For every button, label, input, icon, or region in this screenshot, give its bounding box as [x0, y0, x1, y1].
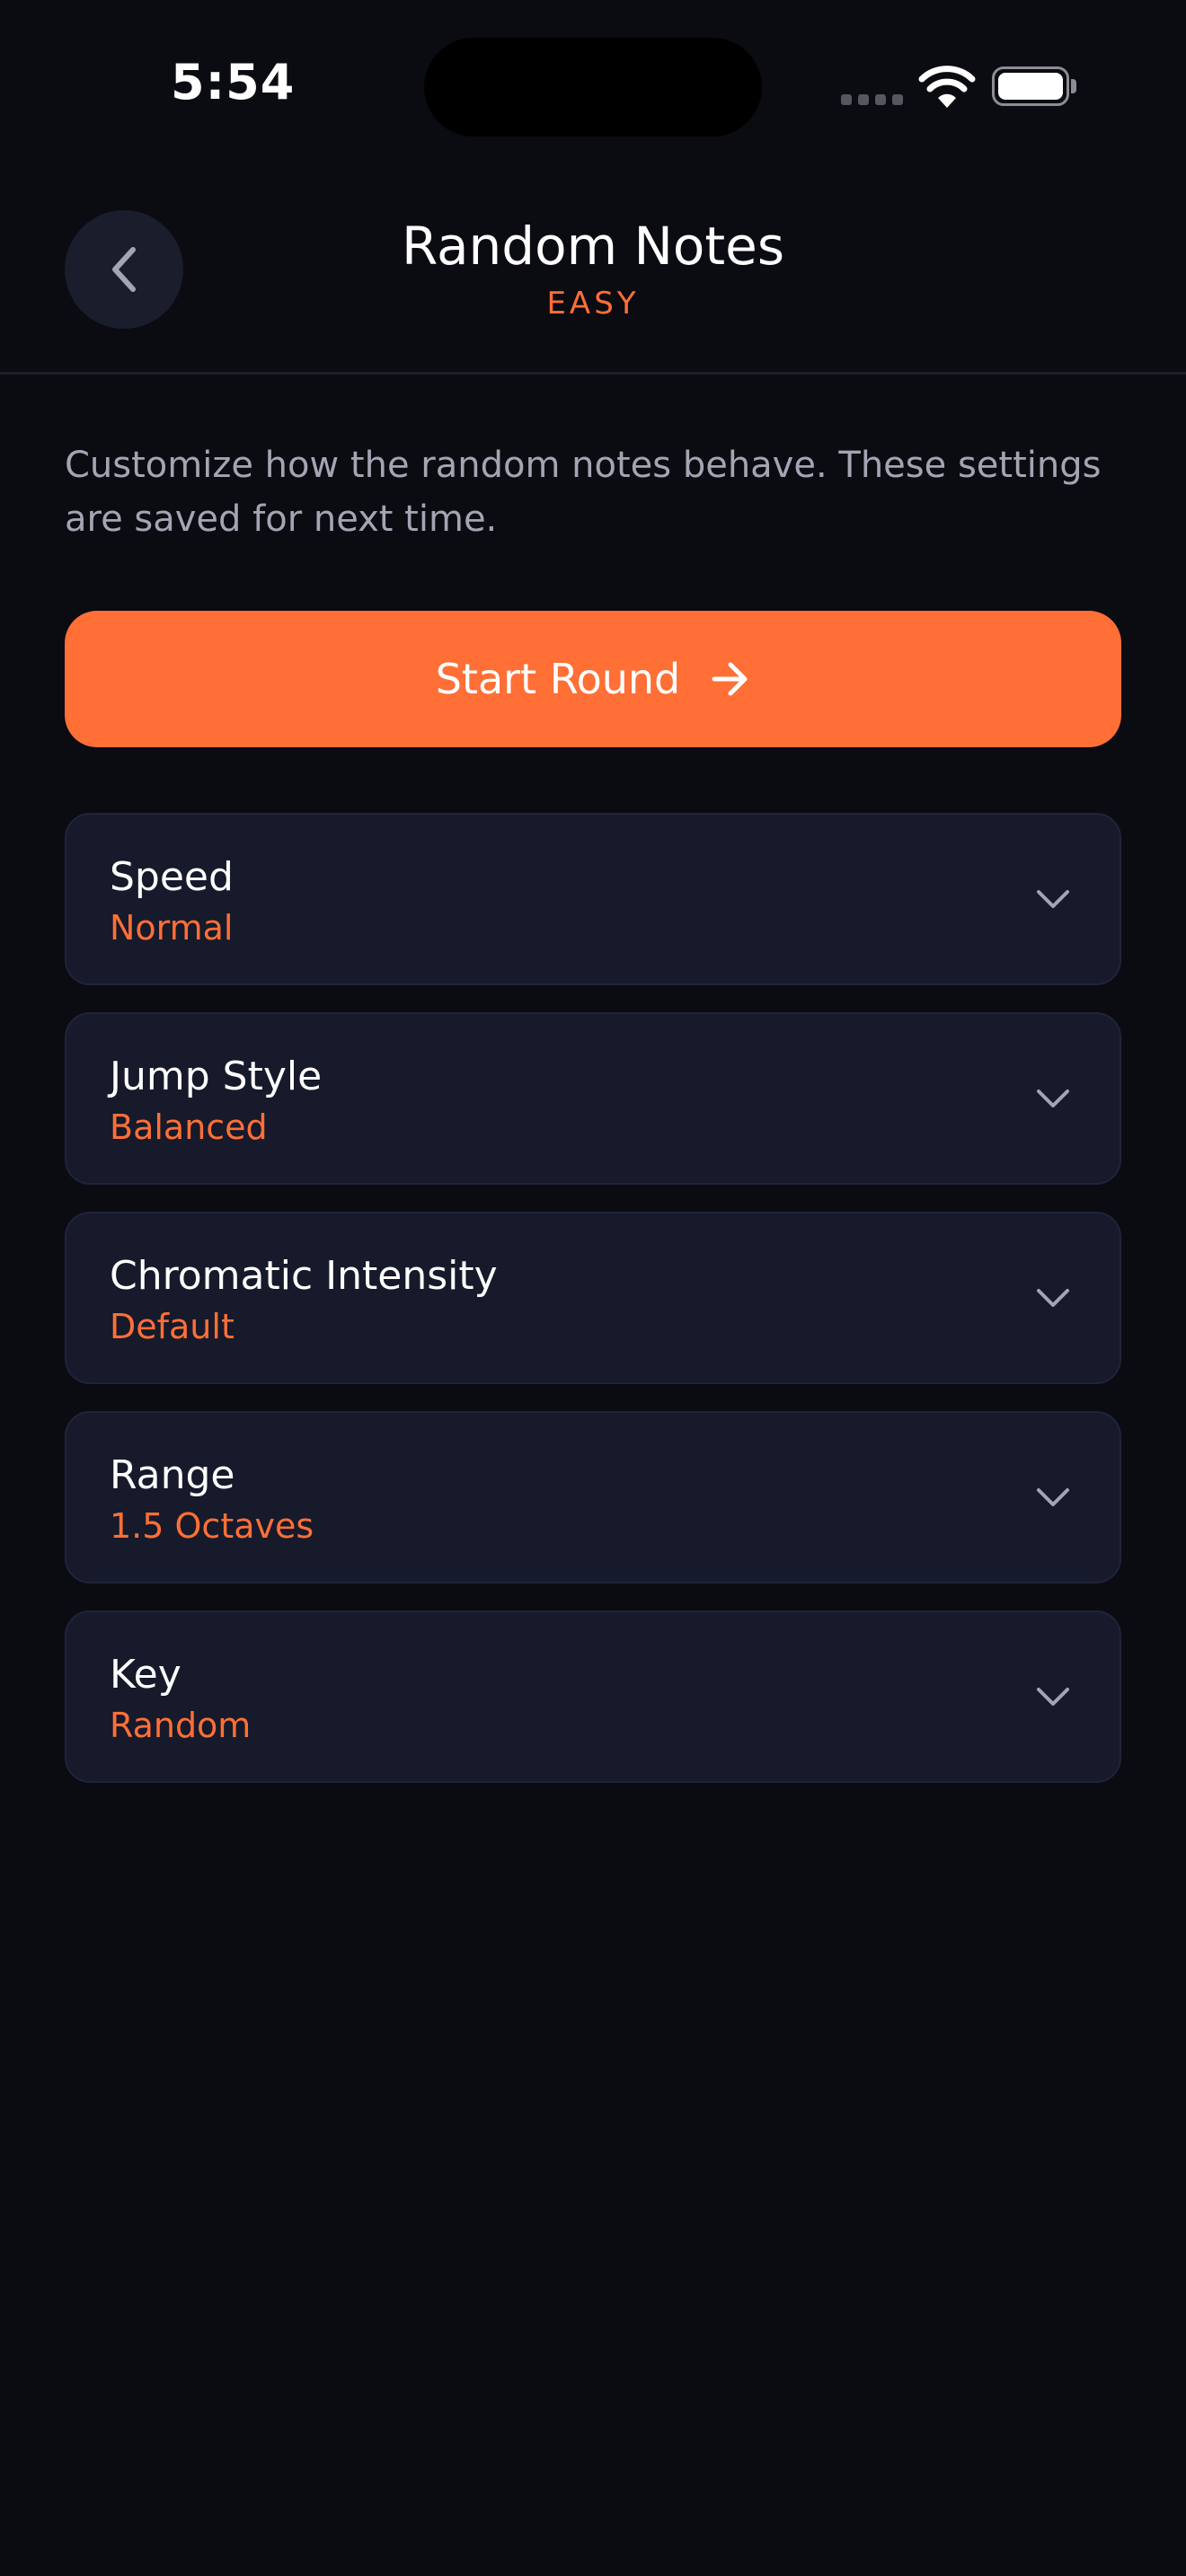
setting-value: Balanced [110, 1107, 268, 1147]
setting-value: Default [110, 1307, 235, 1346]
battery-cap [1071, 79, 1076, 93]
chevron-down-icon [1037, 890, 1069, 908]
setting-label: Range [110, 1452, 235, 1498]
settings-list: Speed Normal Jump Style Balanced Chromat… [65, 813, 1121, 1810]
header-divider [0, 372, 1186, 375]
settings-description: Customize how the random notes behave. T… [65, 445, 1102, 540]
setting-chromatic-intensity[interactable]: Chromatic Intensity Default [65, 1212, 1121, 1384]
setting-label: Chromatic Intensity [110, 1253, 498, 1299]
setting-key[interactable]: Key Random [65, 1610, 1121, 1783]
difficulty-label: EASY [546, 286, 640, 322]
setting-jump-style[interactable]: Jump Style Balanced [65, 1012, 1121, 1185]
status-time: 5:54 [171, 54, 296, 110]
page-title: Random Notes [401, 216, 785, 277]
wifi-icon [918, 66, 976, 108]
setting-value: Random [110, 1706, 252, 1745]
chevron-down-icon [1037, 1289, 1069, 1307]
setting-label: Jump Style [110, 1054, 323, 1099]
setting-range[interactable]: Range 1.5 Octaves [65, 1411, 1121, 1584]
chevron-down-icon [1037, 1488, 1069, 1506]
setting-label: Key [110, 1652, 181, 1698]
setting-label: Speed [110, 854, 234, 900]
battery-icon [992, 66, 1069, 106]
setting-speed[interactable]: Speed Normal [65, 813, 1121, 985]
start-round-label: Start Round [435, 655, 681, 703]
chevron-down-icon [1037, 1688, 1069, 1706]
setting-value: Normal [110, 908, 234, 948]
start-round-button[interactable]: Start Round [65, 611, 1121, 747]
arrow-right-icon [712, 662, 748, 696]
dynamic-island [424, 38, 762, 137]
setting-value: 1.5 Octaves [110, 1506, 314, 1546]
cellular-signal-icon [841, 94, 903, 105]
chevron-down-icon [1037, 1090, 1069, 1107]
